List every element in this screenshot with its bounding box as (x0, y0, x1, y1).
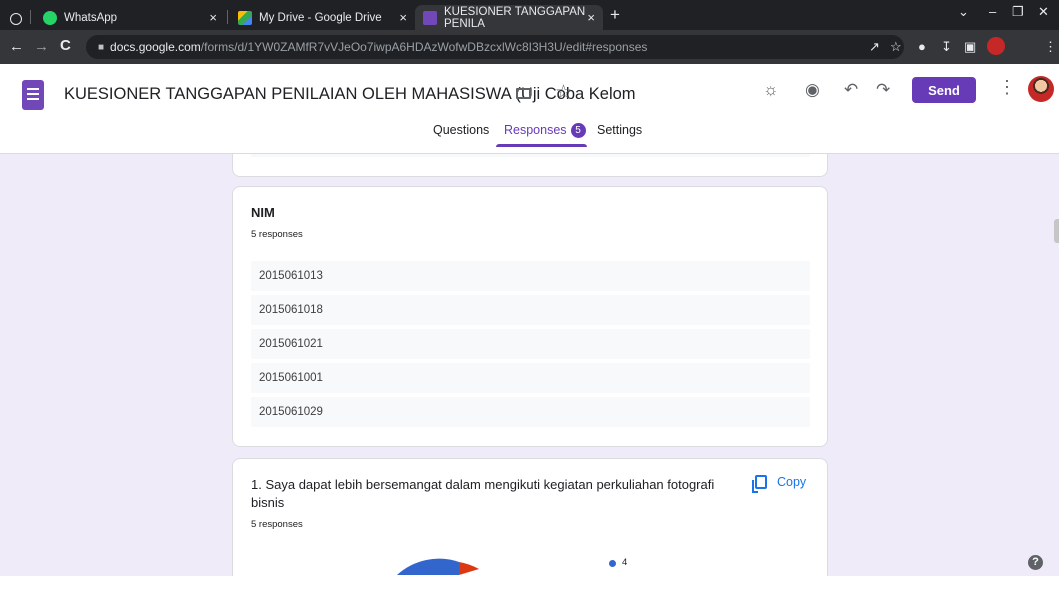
back-icon[interactable]: ← (9, 38, 24, 55)
address-bar[interactable]: ■ docs.google.com /forms/d/1YW0ZAMfR7vVJ… (86, 35, 904, 59)
question-title: NIM (251, 205, 275, 220)
undo-icon[interactable]: ↶ (844, 80, 858, 100)
google-forms-icon (423, 10, 437, 25)
copy-chart-button[interactable]: Copy (752, 475, 807, 493)
tab-kuesioner[interactable]: KUESIONER TANGGAPAN PENILA × (415, 5, 603, 30)
pie-slice-red (459, 562, 479, 575)
responses-content: NIM 5 responses 2015061013 2015061018 20… (0, 154, 1059, 576)
tab-separator (227, 10, 228, 24)
tab-responses[interactable]: Responses 5 (504, 123, 586, 138)
preview-eye-icon[interactable]: ◉ (805, 80, 820, 100)
tab-title: My Drive - Google Drive (259, 11, 382, 24)
screen: WhatsApp × My Drive - Google Drive × KUE… (0, 0, 1059, 601)
response-row: 2015061021 (251, 329, 810, 359)
url-domain: docs.google.com (110, 40, 201, 54)
account-avatar[interactable] (1028, 76, 1054, 102)
more-options-icon[interactable]: ⋮ (998, 77, 1016, 98)
forward-icon[interactable]: → (34, 38, 49, 55)
chrome-icon (10, 12, 22, 25)
nim-question-card: NIM 5 responses 2015061013 2015061018 20… (232, 186, 828, 447)
google-drive-icon (238, 10, 252, 25)
response-row: 2015061029 (251, 397, 810, 427)
share-icon[interactable]: ↗ (869, 39, 880, 55)
google-forms-logo-icon[interactable] (22, 80, 44, 110)
new-tab-button[interactable]: + (610, 5, 620, 25)
forms-header: KUESIONER TANGGAPAN PENILAIAN OLEH MAHAS… (0, 64, 1059, 154)
url-path: /forms/d/1YW0ZAMfR7vVJeOo7iwpA6HDAzWofwD… (200, 40, 648, 54)
scrollbar-thumb[interactable] (1054, 219, 1059, 243)
question-title-line-2: bisnis (251, 495, 285, 510)
response-row: 2015061018 (251, 295, 810, 325)
tab-title: WhatsApp (64, 11, 118, 24)
extensions-icon[interactable]: ● (918, 39, 926, 54)
tab-responses-label: Responses (504, 123, 567, 137)
reload-icon[interactable]: C (60, 37, 71, 54)
tab-search-icon[interactable] (0, 6, 30, 31)
star-icon[interactable]: ☆ (555, 81, 572, 104)
response-count: 5 responses (251, 519, 303, 530)
legend-label: 4 (622, 557, 628, 568)
response-row: 2015061013 (251, 261, 810, 291)
form-title[interactable]: KUESIONER TANGGAPAN PENILAIAN OLEH MAHAS… (64, 85, 636, 104)
legend-dot (609, 560, 616, 567)
move-to-folder-icon[interactable] (516, 88, 531, 99)
question-1-card: 1. Saya dapat lebih bersemangat dalam me… (232, 458, 828, 576)
active-tab-indicator (496, 144, 587, 147)
redo-icon[interactable]: ↷ (876, 80, 890, 100)
send-button[interactable]: Send (912, 77, 976, 103)
bookmark-star-icon[interactable]: ☆ (890, 39, 902, 55)
tab-close-icon[interactable]: × (209, 10, 217, 25)
browser-toolbar: ← → C ■ docs.google.com /forms/d/1YW0ZAM… (0, 30, 1059, 64)
tab-title: KUESIONER TANGGAPAN PENILA (444, 5, 586, 30)
previous-question-card (232, 154, 828, 177)
tab-google-drive[interactable]: My Drive - Google Drive × (230, 5, 415, 30)
tab-close-icon[interactable]: × (587, 10, 595, 25)
tab-search-chevron-icon[interactable]: ⌄ (958, 4, 969, 20)
restore-icon[interactable]: ❐ (1012, 4, 1024, 20)
responses-count-badge: 5 (570, 123, 586, 138)
tab-whatsapp[interactable]: WhatsApp × (35, 5, 225, 30)
lock-icon: ■ (98, 41, 105, 53)
side-panel-icon[interactable]: ▣ (964, 39, 976, 55)
tab-settings[interactable]: Settings (597, 123, 642, 137)
response-row (251, 154, 810, 157)
whatsapp-icon (43, 10, 57, 25)
bottom-strip (0, 576, 1059, 601)
response-row: 2015061001 (251, 363, 810, 393)
minimize-icon[interactable]: – (989, 4, 996, 19)
download-icon[interactable]: ↧ (941, 39, 952, 55)
tab-questions[interactable]: Questions (433, 123, 489, 137)
profile-avatar-icon[interactable] (987, 37, 1005, 55)
copy-icon (752, 475, 767, 493)
response-count: 5 responses (251, 229, 303, 240)
question-title-line-1: 1. Saya dapat lebih bersemangat dalam me… (251, 477, 715, 492)
tab-separator (30, 10, 31, 24)
pie-chart (397, 558, 479, 575)
tab-close-icon[interactable]: × (399, 10, 407, 25)
palette-icon[interactable]: ☼ (763, 80, 779, 100)
close-window-icon[interactable]: ✕ (1038, 4, 1049, 20)
chrome-menu-icon[interactable]: ⋮ (1044, 39, 1057, 55)
pie-slice-blue (397, 558, 459, 575)
browser-tab-strip: WhatsApp × My Drive - Google Drive × KUE… (0, 0, 1059, 30)
help-icon[interactable]: ? (1028, 555, 1043, 570)
copy-label: Copy (777, 475, 807, 489)
